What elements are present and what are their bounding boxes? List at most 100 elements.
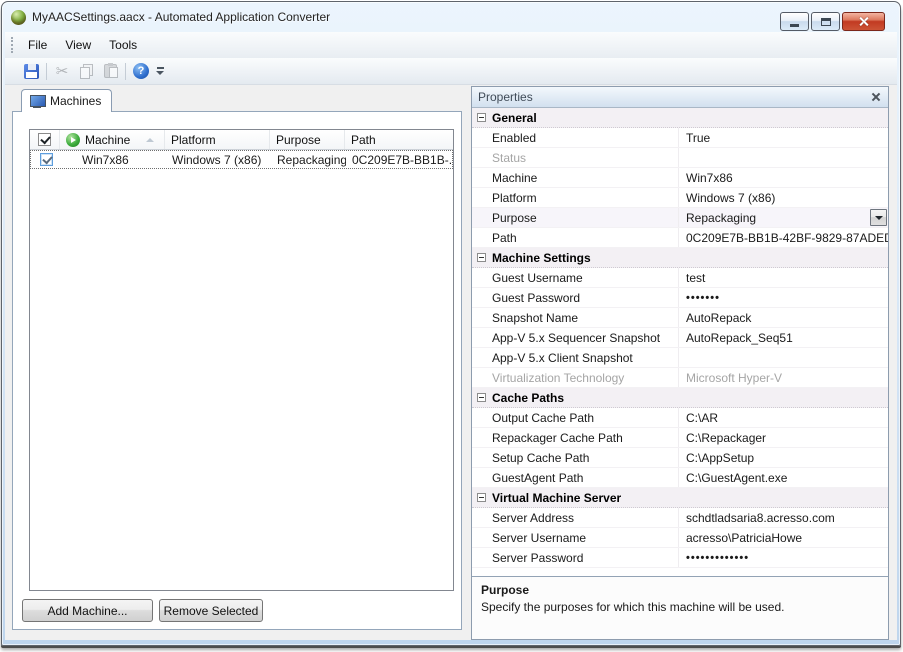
maximize-icon bbox=[821, 18, 831, 26]
toolbar-overflow-button[interactable] bbox=[154, 61, 166, 81]
title-bar[interactable]: MyAACSettings.aacx - Automated Applicati… bbox=[2, 2, 900, 32]
properties-title: Properties bbox=[478, 90, 533, 104]
property-row-snapshot-name[interactable]: Snapshot NameAutoRepack bbox=[472, 308, 888, 328]
select-all-checkbox[interactable] bbox=[38, 133, 51, 146]
copy-icon bbox=[79, 64, 94, 79]
category-row-general[interactable]: General bbox=[472, 108, 888, 128]
menu-item-view[interactable]: View bbox=[56, 32, 100, 58]
cell-path: 0C209E7B-BB1B-... bbox=[346, 151, 452, 168]
property-value: acresso\PatriciaHowe bbox=[679, 528, 888, 547]
panel-close-icon[interactable] bbox=[870, 91, 882, 103]
app-icon bbox=[11, 10, 26, 25]
property-row-path[interactable]: Path0C209E7B-BB1B-42BF-9829-87ADED2E8 bbox=[472, 228, 888, 248]
chevron-down-icon bbox=[156, 71, 164, 75]
minimize-icon bbox=[790, 24, 799, 27]
minimize-button[interactable] bbox=[780, 12, 809, 31]
row-checkbox[interactable] bbox=[40, 153, 53, 166]
category-label: Machine Settings bbox=[472, 248, 591, 267]
window-title: MyAACSettings.aacx - Automated Applicati… bbox=[32, 10, 330, 24]
category-row-virtual-machine-server[interactable]: Virtual Machine Server bbox=[472, 488, 888, 508]
menu-grip bbox=[11, 37, 16, 53]
cell-purpose: Repackaging bbox=[271, 151, 346, 168]
property-value bbox=[679, 348, 888, 367]
maximize-button[interactable] bbox=[811, 12, 840, 31]
property-row-purpose[interactable]: PurposeRepackaging bbox=[472, 208, 888, 228]
cut-button[interactable]: ✂ bbox=[50, 60, 74, 82]
property-row-repackager-cache-path[interactable]: Repackager Cache PathC:\Repackager bbox=[472, 428, 888, 448]
property-row-virtualization-technology[interactable]: Virtualization TechnologyMicrosoft Hyper… bbox=[472, 368, 888, 388]
description-text: Specify the purposes for which this mach… bbox=[481, 600, 879, 614]
property-grid: GeneralEnabledTrueStatusMachineWin7x86Pl… bbox=[472, 108, 888, 576]
remove-selected-button[interactable]: Remove Selected bbox=[159, 599, 263, 622]
collapse-icon[interactable] bbox=[477, 113, 486, 122]
property-row-server-password[interactable]: Server Password••••••••••••• bbox=[472, 548, 888, 568]
property-row-enabled[interactable]: EnabledTrue bbox=[472, 128, 888, 148]
column-label: Purpose bbox=[276, 133, 321, 147]
property-label: Server Password bbox=[472, 548, 679, 567]
property-label: Machine bbox=[472, 168, 679, 187]
property-row-output-cache-path[interactable]: Output Cache PathC:\AR bbox=[472, 408, 888, 428]
computer-icon bbox=[30, 95, 45, 108]
property-value: AutoRepack_Seq51 bbox=[679, 328, 888, 347]
property-row-server-username[interactable]: Server Usernameacresso\PatriciaHowe bbox=[472, 528, 888, 548]
copy-button[interactable] bbox=[74, 60, 98, 82]
save-button[interactable] bbox=[19, 60, 43, 82]
machines-list: Machine Platform Purpose Path Win7x86Window… bbox=[29, 129, 454, 591]
add-machine-button[interactable]: Add Machine... bbox=[22, 599, 153, 622]
property-row-setup-cache-path[interactable]: Setup Cache PathC:\AppSetup bbox=[472, 448, 888, 468]
sort-ascending-icon bbox=[146, 138, 154, 142]
property-value: C:\GuestAgent.exe bbox=[679, 468, 888, 487]
property-label: Server Address bbox=[472, 508, 679, 527]
collapse-icon[interactable] bbox=[477, 493, 486, 502]
property-value: Windows 7 (x86) bbox=[679, 188, 888, 207]
property-value: Microsoft Hyper-V bbox=[679, 368, 888, 387]
header-checkbox-cell bbox=[30, 130, 60, 149]
collapse-icon[interactable] bbox=[477, 393, 486, 402]
collapse-icon[interactable] bbox=[477, 253, 486, 262]
dropdown-button[interactable] bbox=[870, 209, 887, 226]
property-value bbox=[679, 148, 888, 167]
property-row-guestagent-path[interactable]: GuestAgent PathC:\GuestAgent.exe bbox=[472, 468, 888, 488]
app-window: MyAACSettings.aacx - Automated Applicati… bbox=[1, 1, 901, 646]
property-row-app-v-5-x-client-snapshot[interactable]: App-V 5.x Client Snapshot bbox=[472, 348, 888, 368]
property-row-server-address[interactable]: Server Addressschdtladsaria8.acresso.com bbox=[472, 508, 888, 528]
paste-button[interactable] bbox=[98, 60, 122, 82]
property-row-guest-username[interactable]: Guest Usernametest bbox=[472, 268, 888, 288]
property-label: Output Cache Path bbox=[472, 408, 679, 427]
column-header-machine[interactable]: Machine bbox=[60, 130, 165, 149]
floppy-disk-icon bbox=[24, 64, 39, 79]
property-row-platform[interactable]: PlatformWindows 7 (x86) bbox=[472, 188, 888, 208]
property-label: Virtualization Technology bbox=[472, 368, 679, 387]
close-button[interactable] bbox=[842, 12, 885, 31]
scissors-icon: ✂ bbox=[56, 64, 69, 79]
category-row-machine-settings[interactable]: Machine Settings bbox=[472, 248, 888, 268]
description-title: Purpose bbox=[481, 583, 879, 597]
property-label: Setup Cache Path bbox=[472, 448, 679, 467]
property-label: Server Username bbox=[472, 528, 679, 547]
menu-bar: FileViewTools bbox=[5, 32, 897, 58]
column-header-platform[interactable]: Platform bbox=[165, 130, 270, 149]
column-header-purpose[interactable]: Purpose bbox=[270, 130, 345, 149]
property-row-status[interactable]: Status bbox=[472, 148, 888, 168]
menu-item-file[interactable]: File bbox=[19, 32, 56, 58]
property-row-machine[interactable]: MachineWin7x86 bbox=[472, 168, 888, 188]
column-header-path[interactable]: Path bbox=[345, 130, 453, 149]
property-description: Purpose Specify the purposes for which t… bbox=[472, 576, 888, 639]
table-row[interactable]: Win7x86Windows 7 (x86)Repackaging0C209E7… bbox=[30, 150, 453, 169]
property-row-guest-password[interactable]: Guest Password••••••• bbox=[472, 288, 888, 308]
property-value[interactable]: Repackaging bbox=[679, 208, 888, 227]
property-value: ••••••• bbox=[679, 288, 888, 307]
category-row-cache-paths[interactable]: Cache Paths bbox=[472, 388, 888, 408]
table-body: Win7x86Windows 7 (x86)Repackaging0C209E7… bbox=[30, 150, 453, 169]
property-value: ••••••••••••• bbox=[679, 548, 888, 567]
menu-item-tools[interactable]: Tools bbox=[100, 32, 146, 58]
toolbar: ✂ ? bbox=[5, 58, 897, 85]
column-label: Platform bbox=[171, 133, 216, 147]
tab-machines[interactable]: Machines bbox=[21, 89, 112, 112]
property-value: test bbox=[679, 268, 888, 287]
help-button[interactable]: ? bbox=[129, 60, 153, 82]
property-row-app-v-5-x-sequencer-snapshot[interactable]: App-V 5.x Sequencer SnapshotAutoRepack_S… bbox=[472, 328, 888, 348]
table-header: Machine Platform Purpose Path bbox=[30, 130, 453, 150]
property-label: App-V 5.x Client Snapshot bbox=[472, 348, 679, 367]
category-label: Virtual Machine Server bbox=[472, 488, 621, 507]
